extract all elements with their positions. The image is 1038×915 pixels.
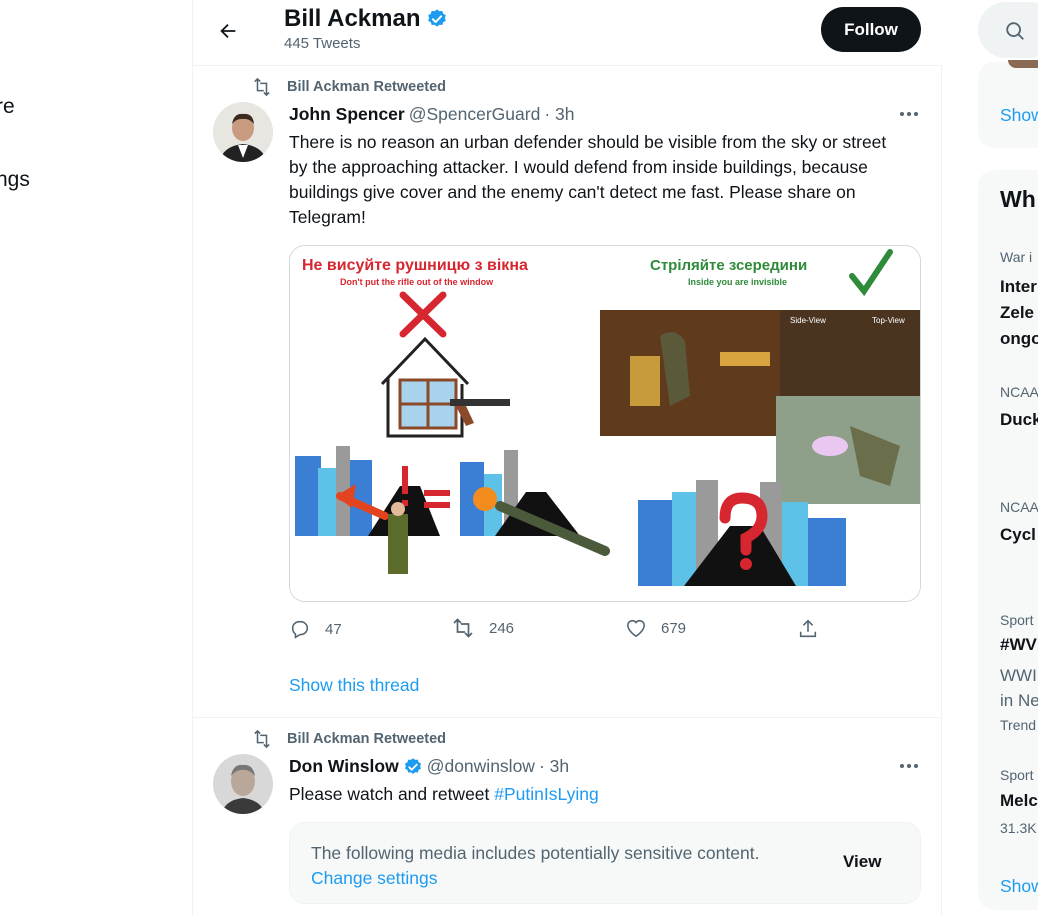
top-view-label: Top-View xyxy=(872,316,905,325)
trend-title-line: Inter xyxy=(1000,277,1037,296)
reply-icon xyxy=(291,620,309,639)
show-thread-link[interactable]: Show this thread xyxy=(289,675,419,696)
hashtag-link[interactable]: #PutinIsLying xyxy=(494,784,598,804)
search-box[interactable] xyxy=(978,2,1038,58)
trend-context: Sport xyxy=(1000,612,1034,628)
trend-meta: 31.3K xyxy=(1000,820,1037,836)
who-to-follow-box: Show xyxy=(978,60,1038,148)
back-button[interactable] xyxy=(211,14,245,48)
trend-subtitle-line: in Ne xyxy=(1000,691,1038,710)
change-settings-link[interactable]: Change settings xyxy=(311,866,759,891)
retweeted-by-label: Bill Ackman Retweeted xyxy=(287,79,447,95)
author-handle[interactable]: @donwinslow xyxy=(427,756,535,777)
avatar[interactable] xyxy=(213,102,273,162)
retweet-context: Bill Ackman Retweeted xyxy=(251,78,446,96)
tweet-time[interactable]: · 3h xyxy=(539,756,569,777)
tweet-actions: 47 246 679 xyxy=(289,618,849,642)
tweet-text: There is no reason an urban defender sho… xyxy=(289,132,887,227)
show-more-link[interactable]: Show xyxy=(1000,105,1038,126)
trend-context: Sport xyxy=(1000,767,1034,783)
trend-title-line: Melc xyxy=(1000,791,1038,810)
profile-name: Bill Ackman xyxy=(284,5,421,32)
trend-title-line: ongo xyxy=(1000,329,1038,348)
retweet-context: Bill Ackman Retweeted xyxy=(251,730,446,748)
avatar[interactable] xyxy=(213,754,273,814)
verified-icon xyxy=(427,9,446,27)
like-count: 679 xyxy=(661,619,687,637)
tweet-text-prefix: Please watch and retweet xyxy=(289,784,495,804)
right-sidebar: Show Wh War i Inter Zele ongo NCAA Duck … xyxy=(978,0,1038,915)
trend-context: NCAA xyxy=(1000,384,1038,400)
tweet-count: 445 Tweets xyxy=(284,35,361,52)
profile-header: Bill Ackman 445 Tweets Follow xyxy=(193,0,942,66)
search-icon xyxy=(1006,22,1024,40)
left-nav: re ngs xyxy=(0,0,192,915)
more-options-button[interactable] xyxy=(893,104,925,124)
nav-item-more[interactable]: re xyxy=(0,95,15,119)
verified-icon xyxy=(404,757,421,774)
heart-icon xyxy=(627,620,645,638)
retweet-icon xyxy=(254,730,270,748)
retweet-icon xyxy=(453,618,473,638)
trend-subtitle-line: WWI xyxy=(1000,666,1037,685)
trend-title-line: Duck xyxy=(1000,410,1038,429)
share-icon xyxy=(799,619,817,638)
trends-title: Wh xyxy=(1000,186,1036,212)
more-icon xyxy=(900,112,918,116)
nav-item-settings[interactable]: ngs xyxy=(0,168,30,192)
author-name[interactable]: John Spencer xyxy=(289,104,405,125)
retweet-button[interactable]: 246 xyxy=(451,618,514,638)
view-button[interactable]: View xyxy=(843,852,881,872)
left-subtitle: Don't put the rifle out of the window xyxy=(340,277,494,287)
reply-button[interactable]: 47 xyxy=(289,618,342,640)
arrow-left-icon xyxy=(220,23,236,39)
retweet-icon xyxy=(254,78,270,96)
infographic: Не висуйте рушницю з вікна Don't put the… xyxy=(290,246,920,601)
trend-context: War i xyxy=(1000,249,1033,265)
tweet-media-image[interactable]: Не висуйте рушницю з вікна Don't put the… xyxy=(289,245,921,602)
more-icon xyxy=(900,764,918,768)
more-options-button[interactable] xyxy=(893,756,925,776)
sensitive-text: The following media includes potentially… xyxy=(311,843,760,863)
reply-count: 47 xyxy=(325,620,342,638)
avatar-photo xyxy=(213,102,273,162)
tweet[interactable]: Bill Ackman Retweeted Don Winslow @donwi… xyxy=(193,719,942,915)
trend-title-line: Zele xyxy=(1000,303,1035,322)
trend-title-line: Cycl xyxy=(1000,525,1036,544)
side-view-label: Side-View xyxy=(790,316,826,325)
author-handle[interactable]: @SpencerGuard xyxy=(409,104,541,125)
left-title: Не висуйте рушницю з вікна xyxy=(302,257,528,274)
like-button[interactable]: 679 xyxy=(625,618,686,638)
tweet-time[interactable]: · 3h xyxy=(544,104,574,125)
avatar-photo xyxy=(213,754,273,814)
trend-context: NCAA xyxy=(1000,499,1038,515)
sensitive-media-notice: The following media includes potentially… xyxy=(289,822,921,904)
tweet[interactable]: Bill Ackman Retweeted John Spencer @Spen… xyxy=(193,66,942,718)
main-timeline: Bill Ackman 445 Tweets Follow Bill Ackma… xyxy=(192,0,942,915)
trend-meta: Trend xyxy=(1000,717,1037,733)
show-more-link[interactable]: Show xyxy=(1000,876,1038,897)
avatar xyxy=(1008,60,1038,68)
tweet-text: Please watch and retweet #PutinIsLying xyxy=(289,782,909,807)
right-subtitle: Inside you are invisible xyxy=(688,277,787,287)
trend-title-line: #WV xyxy=(1000,635,1037,654)
share-button[interactable] xyxy=(797,618,819,640)
retweeted-by-label: Bill Ackman Retweeted xyxy=(287,731,447,747)
right-title: Стріляйте зсередини xyxy=(650,257,807,274)
trends-box: Wh War i Inter Zele ongo NCAA Duck NCAA … xyxy=(978,170,1038,910)
author-name[interactable]: Don Winslow xyxy=(289,756,399,777)
follow-button[interactable]: Follow xyxy=(821,7,921,52)
retweet-count: 246 xyxy=(489,619,515,637)
